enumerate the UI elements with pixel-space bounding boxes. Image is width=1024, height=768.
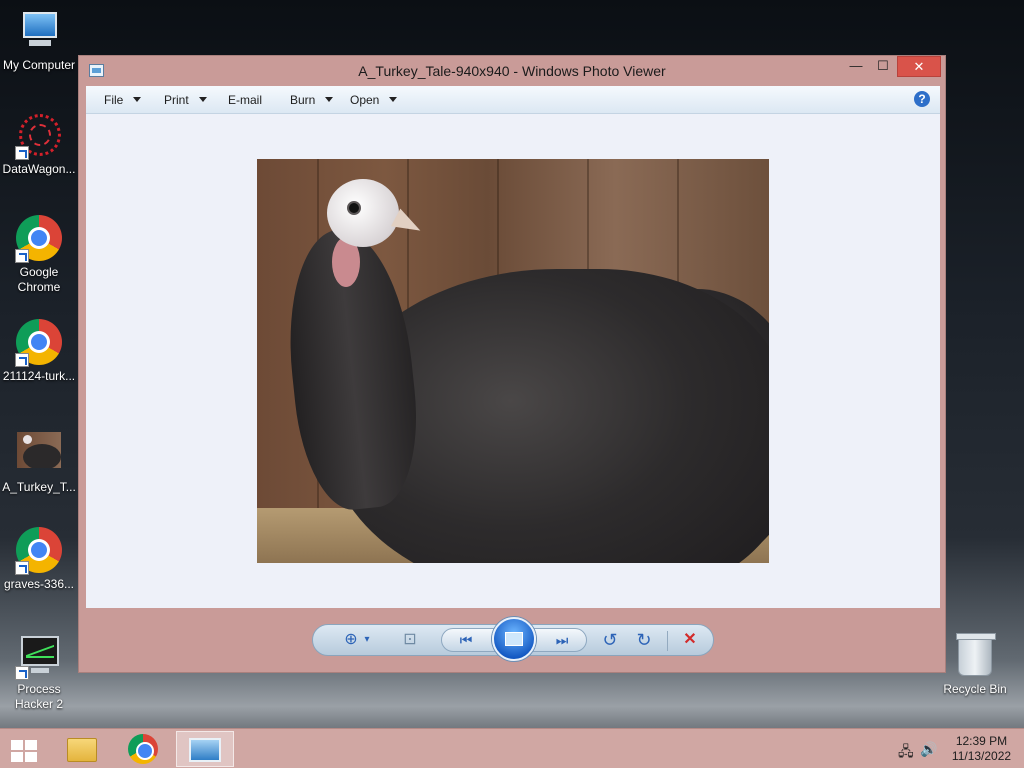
- slideshow-button[interactable]: [492, 617, 536, 661]
- zoom-dropdown-button[interactable]: ▾: [361, 625, 373, 655]
- desktop-icon-label: 211124-turk...: [2, 369, 76, 383]
- clock-date: 11/13/2022: [951, 749, 1012, 763]
- desktop-icon-label: Google Chrome: [17, 265, 61, 294]
- desktop-icon-label: A_Turkey_T...: [2, 480, 76, 494]
- chevron-down-icon: [389, 97, 398, 102]
- menu-open[interactable]: Open: [350, 93, 398, 107]
- datawagon-icon: [15, 112, 63, 160]
- shortcut-arrow-icon: [15, 249, 29, 263]
- photo-viewer-icon: [189, 738, 221, 762]
- process-hacker-icon: [15, 632, 63, 680]
- menu-file-label: File: [104, 93, 124, 107]
- photo-viewer-window[interactable]: A_Turkey_Tale-940x940 - Windows Photo Vi…: [78, 55, 946, 673]
- menu-print-label: Print: [164, 93, 189, 107]
- shortcut-arrow-icon: [15, 666, 29, 680]
- windows-logo-icon: [11, 740, 37, 762]
- menu-print[interactable]: Print: [164, 93, 207, 107]
- computer-icon: [15, 8, 63, 56]
- start-button[interactable]: [0, 731, 48, 767]
- turkey-photo[interactable]: [257, 159, 769, 563]
- volume-icon[interactable]: 🔊: [920, 741, 937, 758]
- rotate-counterclockwise-button[interactable]: ↺: [597, 625, 623, 655]
- maximize-button[interactable]: ☐: [872, 56, 894, 77]
- next-button[interactable]: ⏭: [547, 625, 577, 655]
- desktop-icon-label: graves-336...: [3, 577, 75, 591]
- actual-size-icon: ⊡: [403, 631, 417, 648]
- desktop-icon-graves-336[interactable]: graves-336...: [1, 527, 77, 592]
- minimize-button[interactable]: —: [845, 56, 867, 77]
- menu-email-label: E-mail: [228, 93, 263, 107]
- delete-icon: ✕: [683, 631, 697, 648]
- toolbar-divider: [667, 631, 668, 651]
- taskbar-photo-viewer[interactable]: [176, 731, 234, 767]
- rotate-cw-icon: ↻: [636, 630, 652, 650]
- rotate-clockwise-button[interactable]: ↻: [631, 625, 657, 655]
- network-icon[interactable]: 🖧: [898, 741, 914, 765]
- desktop-icon-label: My Computer: [2, 58, 76, 72]
- desktop-icon-label: Process Hacker 2: [14, 682, 64, 711]
- taskbar-file-explorer[interactable]: [52, 731, 108, 767]
- menu-burn-label: Burn: [290, 93, 316, 107]
- desktop-icon-my-computer[interactable]: My Computer: [1, 8, 77, 73]
- zoom-icon: ⊕: [344, 631, 358, 648]
- help-icon[interactable]: ?: [914, 91, 930, 107]
- shortcut-arrow-icon: [15, 146, 29, 160]
- shortcut-arrow-icon: [15, 561, 29, 575]
- title-bar[interactable]: A_Turkey_Tale-940x940 - Windows Photo Vi…: [79, 56, 945, 86]
- folder-icon: [67, 738, 97, 762]
- image-thumbnail-icon: [15, 430, 63, 478]
- slideshow-icon: [505, 632, 523, 646]
- desktop-icon-label: Recycle Bin: [943, 682, 1007, 696]
- desktop-icon-datawagon[interactable]: DataWagon...: [1, 112, 77, 177]
- chrome-icon: [15, 527, 63, 575]
- chrome-icon: [15, 319, 63, 367]
- chrome-icon: [15, 215, 63, 263]
- clock-time: 12:39 PM: [955, 734, 1008, 748]
- desktop-icon-label: DataWagon...: [2, 162, 76, 176]
- chevron-down-icon: ▾: [364, 634, 370, 645]
- desktop-icon-recycle-bin[interactable]: Recycle Bin: [937, 632, 1013, 697]
- system-clock[interactable]: 12:39 PM 11/13/2022: [944, 734, 1019, 764]
- previous-icon: ⏮: [459, 632, 473, 648]
- chevron-down-icon: [198, 97, 207, 102]
- chrome-icon: [128, 734, 158, 764]
- menu-email[interactable]: E-mail: [228, 93, 262, 107]
- desktop-icon-211124-turk[interactable]: 211124-turk...: [1, 319, 77, 384]
- taskbar-google-chrome[interactable]: [116, 731, 172, 767]
- menu-burn[interactable]: Burn: [290, 93, 334, 107]
- shortcut-arrow-icon: [15, 353, 29, 367]
- close-button[interactable]: ✕: [897, 56, 941, 77]
- chevron-down-icon: [325, 97, 334, 102]
- taskbar: 🖧 🔊 12:39 PM 11/13/2022: [0, 728, 1024, 768]
- previous-button[interactable]: ⏮: [451, 625, 481, 655]
- chevron-down-icon: [133, 97, 142, 102]
- desktop-icon-google-chrome[interactable]: Google Chrome: [1, 215, 77, 295]
- menu-file[interactable]: File: [104, 93, 142, 107]
- command-bar: File Print E-mail Burn Open ?: [86, 86, 940, 114]
- window-title: A_Turkey_Tale-940x940 - Windows Photo Vi…: [358, 63, 666, 79]
- desktop-icon-a-turkey-t[interactable]: A_Turkey_T...: [1, 430, 77, 495]
- delete-button[interactable]: ✕: [677, 625, 703, 655]
- zoom-button[interactable]: ⊕: [339, 625, 363, 655]
- image-viewport[interactable]: [86, 114, 940, 608]
- menu-open-label: Open: [350, 93, 380, 107]
- navigation-toolbar: ⊕ ▾ ⊡ ⏮ ⏭ ↺ ↻ ✕: [312, 617, 714, 661]
- next-icon: ⏭: [555, 632, 569, 648]
- desktop-icon-process-hacker[interactable]: Process Hacker 2: [1, 632, 77, 712]
- recycle-bin-icon: [951, 632, 999, 680]
- actual-size-button[interactable]: ⊡: [397, 625, 423, 655]
- rotate-ccw-icon: ↺: [602, 630, 618, 650]
